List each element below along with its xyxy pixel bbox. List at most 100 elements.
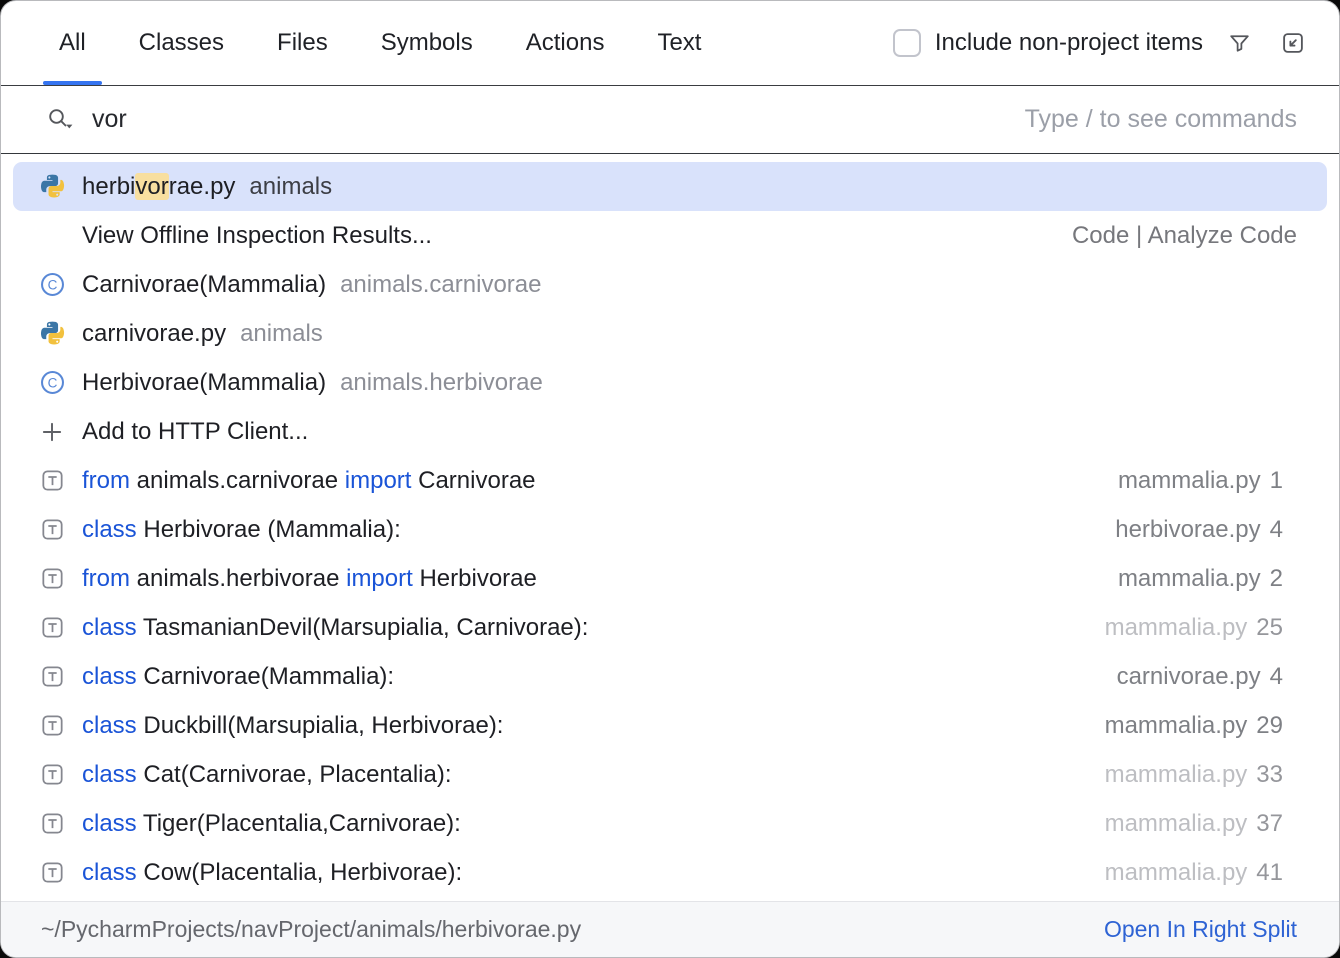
result-label: class Tiger(Placentalia,Carnivorae):	[82, 810, 461, 838]
location-line: 41	[1256, 859, 1283, 886]
result-label: class Herbivorae (Mammalia):	[82, 516, 401, 544]
result-row-class-carnivorae[interactable]: C Carnivorae(Mammalia) animals.carnivorae	[13, 260, 1327, 309]
result-location: mammalia.py 2	[1118, 565, 1283, 593]
text-segment: Herbivorae	[413, 565, 537, 592]
class-icon: C	[37, 369, 67, 396]
result-row-text-match[interactable]: class Carnivorae(Mammalia): carnivorae.p…	[13, 652, 1327, 701]
text-segment: Tiger(Placentalia,Carnivorae):	[137, 810, 461, 837]
results-list: herbivorrae.pyanimals View Offline Inspe…	[1, 154, 1339, 901]
result-label: class TasmanianDevil(Marsupialia, Carniv…	[82, 614, 588, 642]
result-location: mammalia.py 41	[1105, 859, 1283, 887]
search-field-row: Type / to see commands	[1, 86, 1339, 154]
result-row-add-to-http-client[interactable]: Add to HTTP Client...	[13, 407, 1327, 456]
result-row-text-match[interactable]: class Tiger(Placentalia,Carnivorae): mam…	[13, 799, 1327, 848]
tab-classes[interactable]: Classes	[121, 1, 242, 85]
text-search-icon	[37, 713, 67, 738]
tab-all[interactable]: All	[41, 1, 104, 85]
result-location: mammalia.py1	[1118, 467, 1283, 495]
result-group-text: Code | Analyze Code	[1072, 222, 1297, 250]
result-label: Carnivorae(Mammalia) animals.carnivorae	[82, 271, 541, 299]
text-segment: Carnivorae(Mammalia)	[82, 271, 326, 298]
text-search-icon	[37, 468, 67, 493]
location-line: 2	[1270, 565, 1283, 592]
result-row-text-match[interactable]: class Cow(Placentalia, Herbivorae): mamm…	[13, 848, 1327, 897]
location-file: mammalia.py	[1118, 467, 1261, 494]
python-file-icon	[37, 173, 67, 200]
text-segment: Herbivorae(Mammalia)	[82, 369, 326, 396]
result-context: animals	[249, 173, 332, 200]
result-row-text-match[interactable]: class TasmanianDevil(Marsupialia, Carniv…	[13, 603, 1327, 652]
keyword: from	[82, 565, 130, 592]
class-icon: C	[37, 271, 67, 298]
text-segment: Carnivorae(Mammalia):	[137, 663, 394, 690]
result-row-file-herbivorae[interactable]: herbivorrae.pyanimals	[13, 162, 1327, 211]
result-location: mammalia.py33	[1105, 761, 1283, 789]
text-segment: Cow(Placentalia, Herbivorae):	[137, 859, 462, 886]
result-location: herbivorae.py4	[1115, 516, 1283, 544]
plus-icon	[37, 419, 67, 445]
python-file-icon	[37, 320, 67, 347]
result-context: animals	[240, 320, 323, 347]
result-row-file-carnivorae[interactable]: carnivorae.pyanimals	[13, 309, 1327, 358]
include-non-project-group: Include non-project items	[893, 1, 1203, 85]
keyword: class	[82, 663, 137, 690]
tab-text[interactable]: Text	[639, 1, 719, 85]
search-with-history-icon[interactable]	[45, 106, 75, 133]
selected-file-path: ~/PycharmProjects/navProject/animals/her…	[41, 916, 581, 943]
result-context: animals.carnivorae	[340, 271, 541, 298]
location-file: mammalia.py	[1105, 712, 1248, 739]
keyword: import	[346, 565, 413, 592]
keyword: class	[82, 810, 137, 837]
text-search-icon	[37, 517, 67, 542]
location-file: mammalia.py	[1118, 565, 1261, 592]
location-file: mammalia.py	[1105, 859, 1248, 886]
search-everywhere-dialog: All Classes Files Symbols Actions Text I…	[0, 0, 1340, 958]
search-input[interactable]	[92, 105, 1008, 134]
text-segment: Herbivorae (Mammalia):	[137, 516, 401, 543]
result-row-text-match[interactable]: class Cat(Carnivorae, Placentalia): mamm…	[13, 750, 1327, 799]
text-segment: animals.herbivorae	[130, 565, 346, 592]
result-context: animals.herbivorae	[340, 369, 543, 396]
text-segment: Cat(Carnivorae, Placentalia):	[137, 761, 452, 788]
text-segment: TasmanianDevil(Marsupialia, Carnivorae):	[137, 614, 589, 641]
result-label: Add to HTTP Client...	[82, 418, 308, 446]
footer-bar: ~/PycharmProjects/navProject/animals/her…	[1, 901, 1339, 957]
filter-icon[interactable]	[1221, 25, 1257, 61]
result-row-text-match[interactable]: class Duckbill(Marsupialia, Herbivorae):…	[13, 701, 1327, 750]
text-segment: Duckbill(Marsupialia, Herbivorae):	[137, 712, 504, 739]
location-line: 37	[1256, 810, 1283, 837]
open-in-right-split-link[interactable]: Open In Right Split	[1104, 916, 1297, 943]
include-non-project-label[interactable]: Include non-project items	[935, 29, 1203, 57]
result-label: herbivorrae.pyanimals	[82, 173, 332, 201]
result-location: mammalia.py 25	[1105, 614, 1283, 642]
match-highlight: vor	[135, 173, 168, 200]
result-row-view-offline-inspection[interactable]: View Offline Inspection Results... Code …	[13, 211, 1327, 260]
result-label: Herbivorae(Mammalia) animals.herbivorae	[82, 369, 543, 397]
text-search-icon	[37, 762, 67, 787]
location-file: mammalia.py	[1105, 761, 1248, 788]
include-non-project-checkbox[interactable]	[893, 29, 921, 57]
text-search-icon	[37, 615, 67, 640]
tab-actions[interactable]: Actions	[508, 1, 623, 85]
keyword: class	[82, 712, 137, 739]
location-file: mammalia.py	[1105, 614, 1248, 641]
tab-files[interactable]: Files	[259, 1, 346, 85]
location-file: herbivorae.py	[1115, 516, 1260, 543]
result-label: from animals.carnivorae import Carnivora…	[82, 467, 536, 495]
open-in-find-window-icon[interactable]	[1275, 25, 1311, 61]
result-row-text-match[interactable]: from animals.herbivorae import Herbivora…	[13, 554, 1327, 603]
text-search-icon	[37, 664, 67, 689]
result-location: mammalia.py29	[1105, 712, 1283, 740]
result-row-class-herbivorae[interactable]: C Herbivorae(Mammalia) animals.herbivorae	[13, 358, 1327, 407]
text-search-icon	[37, 811, 67, 836]
location-line: 25	[1256, 614, 1283, 641]
svg-text:C: C	[47, 277, 57, 292]
location-line: 4	[1270, 663, 1283, 690]
text-search-icon	[37, 860, 67, 885]
result-label: carnivorae.pyanimals	[82, 320, 323, 348]
result-row-text-match[interactable]: from animals.carnivorae import Carnivora…	[13, 456, 1327, 505]
tab-symbols[interactable]: Symbols	[363, 1, 491, 85]
keyword: class	[82, 859, 137, 886]
result-row-text-match[interactable]: class Herbivorae (Mammalia): herbivorae.…	[13, 505, 1327, 554]
result-label: View Offline Inspection Results...	[82, 222, 432, 250]
